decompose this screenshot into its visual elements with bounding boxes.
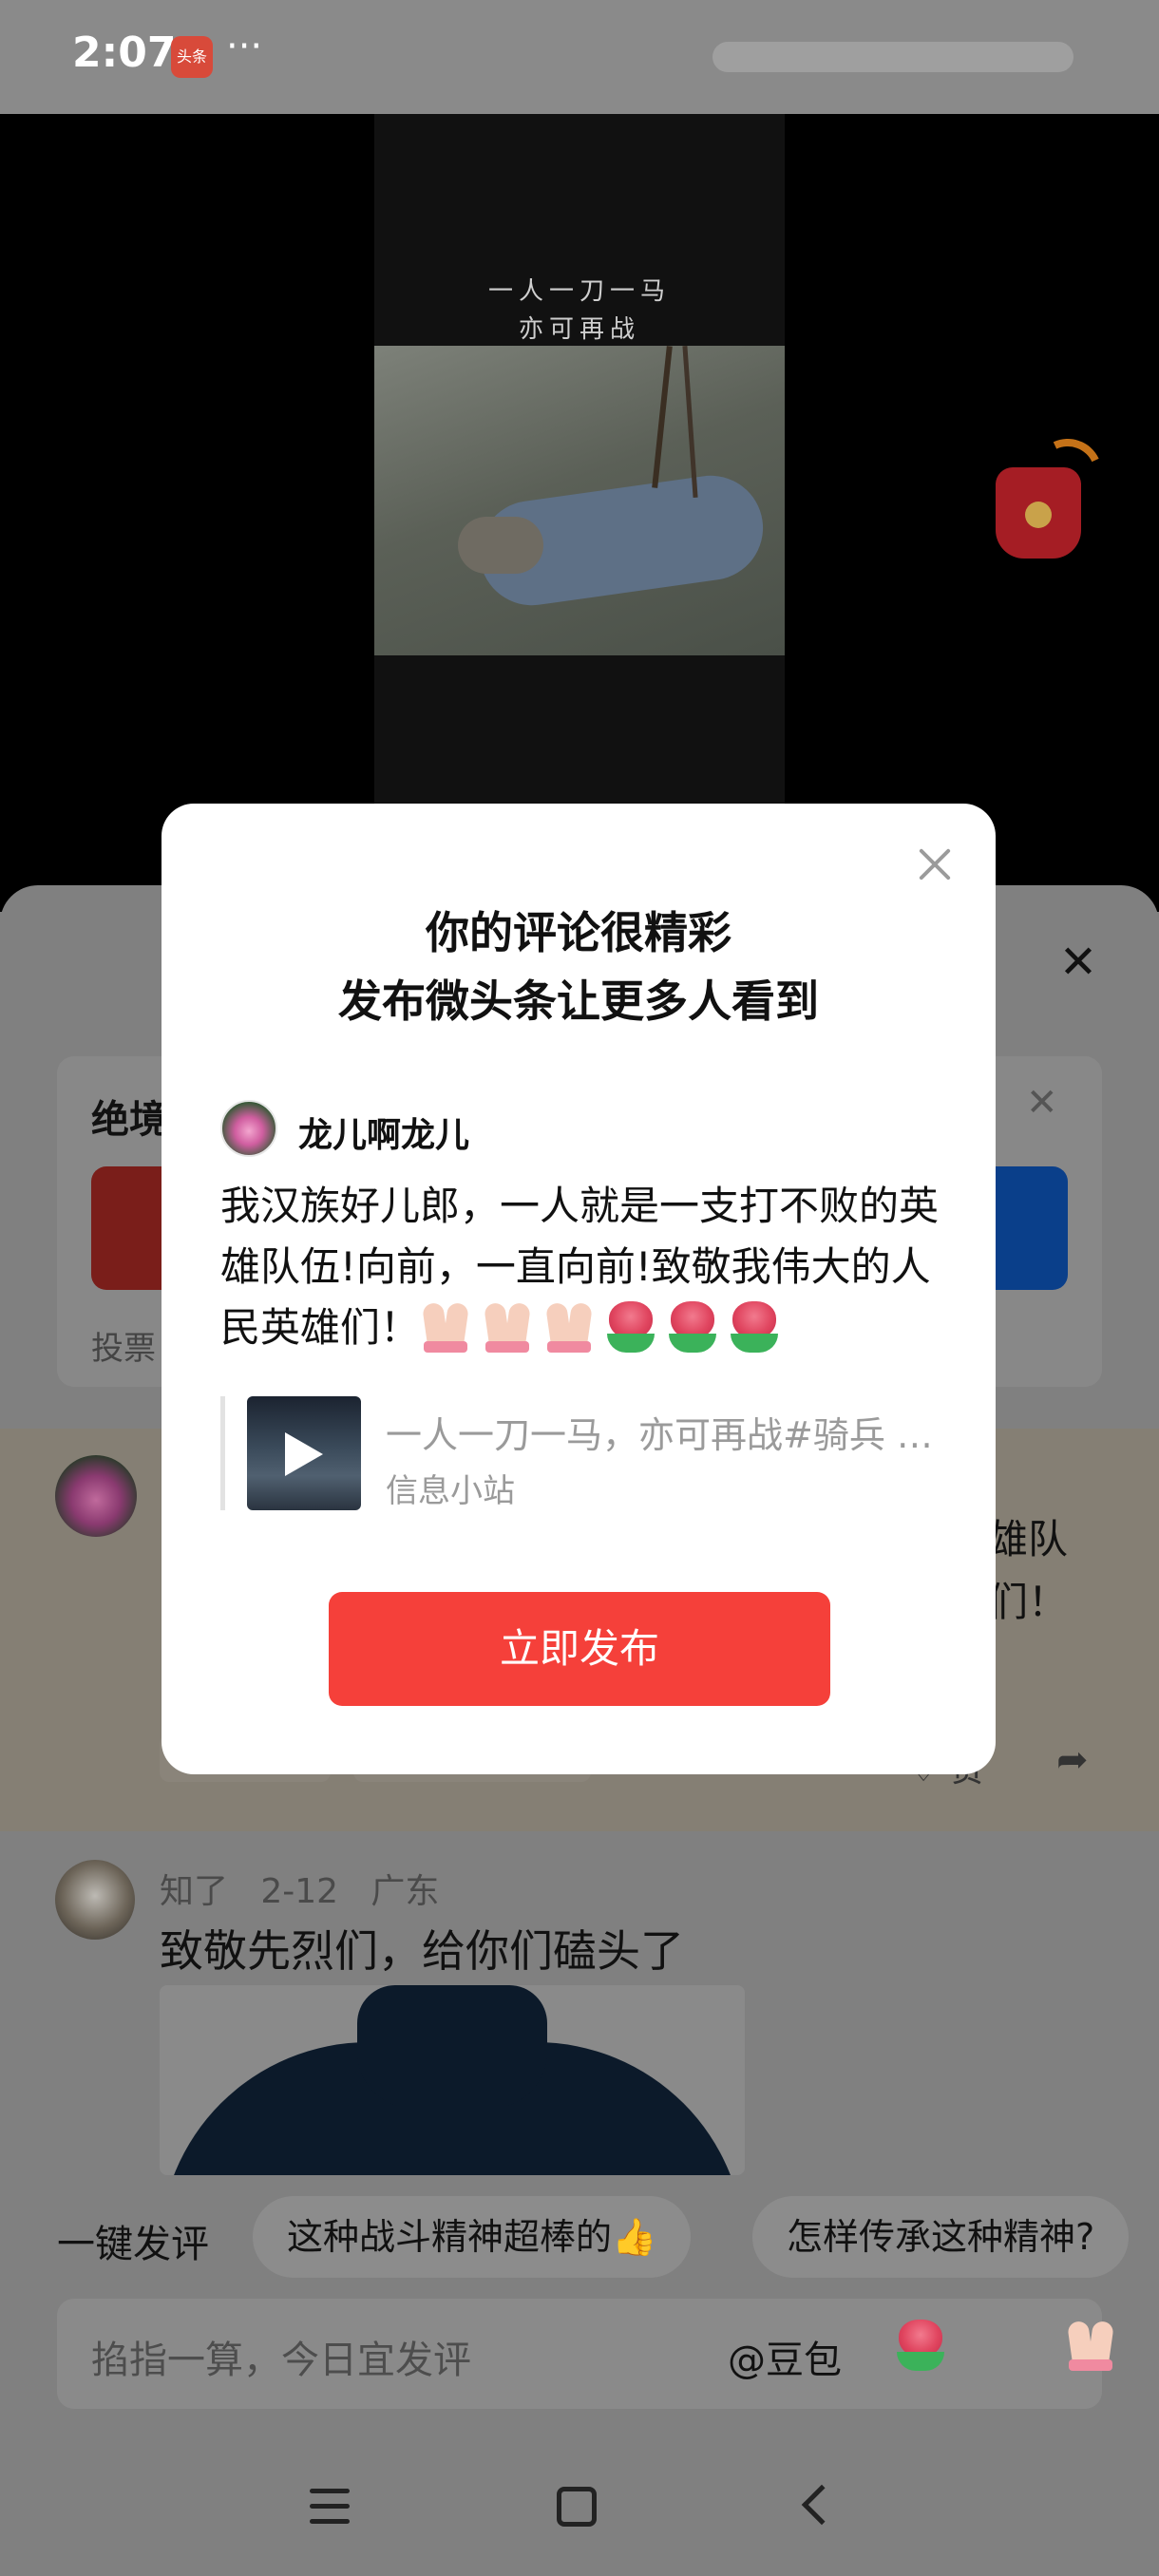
red-packet-seal xyxy=(1025,502,1052,528)
comment-text: 致敬先烈们，给你们磕头了 xyxy=(160,1925,684,1977)
comment-image[interactable] xyxy=(160,1985,745,2175)
comment-user[interactable]: 知了 xyxy=(160,1872,228,1911)
rose-emoji-icon xyxy=(727,1299,782,1354)
mention-doubao-button[interactable]: @豆包 xyxy=(728,2329,842,2384)
more-notifications-icon: ··· xyxy=(226,25,263,68)
poll-footer: 投票 xyxy=(91,1330,156,1368)
dialog-title-line2: 发布微头条让更多人看到 xyxy=(338,975,819,1027)
status-bar: 2:07 头条 ··· xyxy=(0,0,1159,114)
soldier-head xyxy=(458,517,543,574)
quoted-video-source: 信息小站 xyxy=(386,1472,515,1510)
quick-comment-chip[interactable]: 这种战斗精神超棒的👍 xyxy=(253,2196,692,2278)
quick-comment-chip[interactable]: 怎样传承这种精神? xyxy=(752,2196,1130,2278)
rose-emoji-icon[interactable] xyxy=(893,2318,948,2373)
quick-comment-label: 一键发评 xyxy=(57,2223,209,2266)
dialog-close-icon[interactable] xyxy=(914,843,956,885)
video-caption-line1: 一人一刀一马 xyxy=(487,277,671,306)
comment-meta: 知了 2-12 广东 xyxy=(160,1864,439,1913)
comment-text: 雄队 们！ xyxy=(988,1508,1068,1634)
quoted-video-thumbnail xyxy=(247,1396,361,1510)
quote-divider xyxy=(220,1396,225,1510)
quoted-video-title: 一人一刀一马，亦可再战#骑兵 #抗日英雄 xyxy=(386,1414,946,1456)
share-icon[interactable]: ➦ xyxy=(1056,1738,1089,1782)
avatar xyxy=(220,1100,277,1157)
comment-input-placeholder: 掐指一算，今日宜发评 xyxy=(91,2339,471,2382)
dialog-title-line1: 你的评论很精彩 xyxy=(426,907,732,958)
dialog-username: 龙儿啊龙儿 xyxy=(298,1116,470,1155)
poll-close-icon[interactable]: ✕ xyxy=(1026,1081,1058,1125)
avatar[interactable] xyxy=(55,1860,135,1940)
close-icon[interactable]: ✕ xyxy=(1054,938,1102,986)
home-icon[interactable] xyxy=(557,2487,597,2527)
spear-shaft xyxy=(652,346,673,488)
poll-title: 绝境 xyxy=(91,1098,167,1142)
comment-text-line2: 们！ xyxy=(988,1579,1069,1625)
status-icons xyxy=(712,42,1074,72)
comment-location: 广东 xyxy=(370,1872,440,1911)
comment-date: 2-12 xyxy=(260,1872,339,1911)
pray-emoji-icon xyxy=(480,1299,535,1354)
status-time: 2:07 xyxy=(72,28,177,77)
rose-emoji-icon xyxy=(603,1299,658,1354)
red-packet-icon[interactable] xyxy=(996,428,1112,562)
comment-text-line1: 雄队 xyxy=(988,1516,1069,1563)
dialog-emoji-row xyxy=(418,1299,817,1356)
video-caption-line2: 亦可再战 xyxy=(518,315,640,344)
recent-apps-icon[interactable] xyxy=(310,2489,350,2525)
rose-emoji-icon xyxy=(665,1299,720,1354)
toutiao-app-icon: 头条 xyxy=(171,36,213,78)
pray-emoji-icon[interactable] xyxy=(1063,2318,1118,2373)
pray-emoji-icon xyxy=(418,1299,473,1354)
pray-emoji-icon xyxy=(542,1299,597,1354)
spear-shaft-2 xyxy=(682,346,698,498)
figure-head xyxy=(357,1985,547,2109)
publish-now-button[interactable]: 立即发布 xyxy=(329,1592,830,1706)
avatar[interactable] xyxy=(55,1455,137,1537)
play-icon xyxy=(285,1432,323,1476)
video-frame xyxy=(374,346,785,655)
